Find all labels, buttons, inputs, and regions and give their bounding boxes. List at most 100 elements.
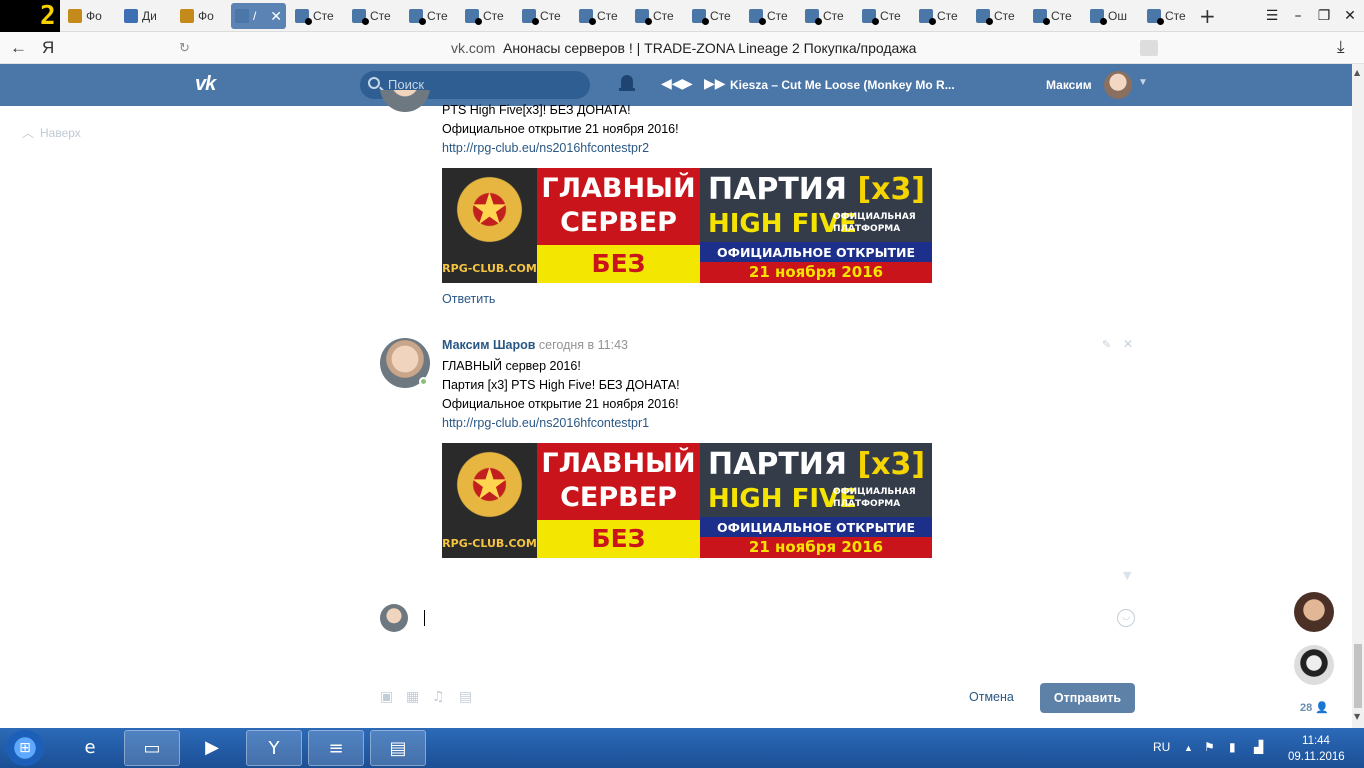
yandex-browser-icon[interactable]: Y: [246, 730, 302, 766]
page-scrollbar[interactable]: ▲ ▼: [1352, 64, 1364, 728]
browser-tab[interactable]: Сте: [1029, 3, 1082, 29]
user-avatar[interactable]: [1104, 71, 1132, 99]
power-icon[interactable]: ▮: [1229, 740, 1236, 754]
emoji-icon[interactable]: ◡: [1117, 609, 1135, 627]
download-icon[interactable]: ⤓: [1337, 37, 1345, 57]
close-tab-icon[interactable]: ✕: [270, 3, 282, 29]
browser-tab[interactable]: Сте: [858, 3, 911, 29]
system-clock[interactable]: 11:44 09.11.2016: [1288, 733, 1345, 765]
explorer-icon[interactable]: ▭: [124, 730, 180, 766]
browser-tab[interactable]: / ✕: [231, 3, 286, 29]
browser-tab[interactable]: Сте: [461, 3, 514, 29]
video-icon[interactable]: ▦: [406, 689, 419, 705]
browser-tab[interactable]: Сте: [688, 3, 741, 29]
scrollbar-thumb[interactable]: [1354, 644, 1362, 708]
browser-tab[interactable]: Сте: [915, 3, 968, 29]
browser-tab[interactable]: Сте: [972, 3, 1025, 29]
browser-tab[interactable]: Сте: [518, 3, 571, 29]
browser-tab[interactable]: Ди: [120, 3, 173, 29]
browser-tab[interactable]: Ош: [1086, 3, 1139, 29]
chat-icon: [124, 9, 138, 23]
browser-tab[interactable]: Сте: [348, 3, 401, 29]
tray-expand-icon[interactable]: ▲: [1184, 743, 1193, 753]
vk-logo[interactable]: vk: [195, 73, 216, 96]
notepad-icon[interactable]: ≡: [308, 730, 364, 766]
post-time[interactable]: сегодня в 11:43: [539, 338, 628, 352]
lock-icon[interactable]: [1140, 40, 1158, 56]
app-icon[interactable]: ▤: [370, 730, 426, 766]
browser-menu-icon[interactable]: ☰: [1260, 3, 1284, 29]
bell-icon[interactable]: [619, 75, 635, 93]
url-domain[interactable]: vk.com: [451, 40, 495, 56]
browser-tab[interactable]: Сте: [631, 3, 684, 29]
server-banner[interactable]: ★ RPG-CLUB.COM ГЛАВНЫЙСЕРВЕР БЕЗ ДОНАТА …: [442, 168, 932, 283]
vk-header: vk Поиск ◀◀ ▶ ▶▶ Kiesza – Cut Me Loose (…: [0, 64, 1352, 106]
now-playing-track[interactable]: Kiesza – Cut Me Loose (Monkey Mo R...: [730, 78, 955, 92]
user-name[interactable]: Максим: [1046, 78, 1092, 92]
browser-tab[interactable]: Сте: [575, 3, 628, 29]
banner-main-line2: СЕРВЕР: [560, 482, 677, 513]
prev-post-link[interactable]: http://rpg-club.eu/ns2016hfcontestpr2: [442, 141, 649, 155]
yandex-button[interactable]: Я: [42, 38, 54, 58]
new-tab-button[interactable]: +: [1199, 3, 1216, 29]
vk-icon: [352, 9, 369, 25]
author-name[interactable]: Максим Шаров: [442, 338, 535, 352]
previous-track-icon[interactable]: ◀◀: [661, 75, 683, 92]
back-arrow-icon[interactable]: ←: [10, 38, 27, 58]
scroll-up-icon[interactable]: ▲: [1354, 68, 1360, 77]
browser-tab[interactable]: Сте: [1143, 3, 1196, 29]
scroll-to-bottom-icon[interactable]: ▼: [1123, 569, 1131, 582]
vk-icon: [235, 9, 249, 23]
post-link[interactable]: http://rpg-club.eu/ns2016hfcontestpr1: [442, 416, 649, 430]
banner-main: ГЛАВНЫЙСЕРВЕР БЕЗ ДОНАТА: [537, 443, 700, 558]
edit-pencil-icon[interactable]: ✎: [1102, 338, 1111, 351]
vk-icon: [862, 9, 879, 25]
star-emblem-icon: ★: [452, 172, 527, 247]
banner-party: ПАРТИЯ [x3]: [708, 172, 925, 208]
close-window-icon[interactable]: ✕: [1338, 3, 1362, 29]
chevron-down-icon[interactable]: ▼: [1138, 77, 1148, 88]
back-to-top[interactable]: ︿ Наверх: [22, 124, 81, 141]
send-button[interactable]: Отправить: [1040, 683, 1135, 713]
play-icon[interactable]: ▶: [682, 75, 693, 92]
restore-icon[interactable]: ❐: [1312, 3, 1336, 29]
cancel-button[interactable]: Отмена: [969, 690, 1014, 704]
delete-x-icon[interactable]: ✕: [1123, 337, 1133, 351]
browser-tab[interactable]: Сте: [801, 3, 854, 29]
prev-post-avatar[interactable]: [380, 90, 430, 112]
page-title[interactable]: Анонасы серверов ! | TRADE-ZONA Lineage …: [503, 40, 916, 56]
tab-counter[interactable]: 2: [0, 0, 60, 32]
browser-tab-label: Фо: [198, 9, 214, 23]
friends-online-count[interactable]: 28 👤: [1300, 701, 1329, 714]
start-button-icon[interactable]: ⊞: [6, 730, 44, 766]
scroll-down-icon[interactable]: ▼: [1354, 712, 1360, 721]
banner-right: ПАРТИЯ [x3] HIGH FIVE ОФИЦИАЛЬНАЯ ПЛАТФОР…: [700, 443, 932, 558]
comment-input[interactable]: [418, 602, 1138, 634]
reload-icon[interactable]: ↻: [179, 40, 190, 56]
server-banner[interactable]: ★ RPG-CLUB.COM ГЛАВНЫЙСЕРВЕР БЕЗ ДОНАТА …: [442, 443, 932, 558]
language-indicator[interactable]: RU: [1153, 740, 1170, 754]
ie-icon[interactable]: e: [62, 730, 118, 766]
banner-site: RPG-CLUB.COM: [442, 537, 537, 550]
action-center-icon[interactable]: ⚑: [1204, 740, 1215, 754]
minimize-icon[interactable]: –: [1286, 3, 1310, 29]
compose-avatar[interactable]: [380, 604, 408, 632]
text-cursor: [424, 610, 425, 626]
browser-tab[interactable]: Сте: [405, 3, 458, 29]
next-track-icon[interactable]: ▶▶: [704, 75, 726, 92]
browser-tab[interactable]: Фо: [176, 3, 229, 29]
friend-avatar[interactable]: [1294, 645, 1334, 685]
reply-link[interactable]: Ответить: [442, 292, 495, 306]
banner-platform-line2: ПЛАТФОРМА: [833, 499, 901, 509]
network-signal-icon[interactable]: ▟: [1254, 740, 1263, 754]
author-avatar[interactable]: [380, 338, 430, 388]
friend-avatar[interactable]: [1294, 592, 1334, 632]
music-icon[interactable]: ♫: [432, 689, 445, 705]
document-icon[interactable]: ▤: [459, 689, 472, 705]
media-player-icon[interactable]: ▶: [184, 730, 240, 766]
camera-icon[interactable]: ▣: [380, 689, 393, 705]
browser-tab[interactable]: Сте: [291, 3, 344, 29]
browser-tab[interactable]: Фо: [64, 3, 117, 29]
search-icon: [368, 77, 380, 89]
browser-tab[interactable]: Сте: [745, 3, 798, 29]
